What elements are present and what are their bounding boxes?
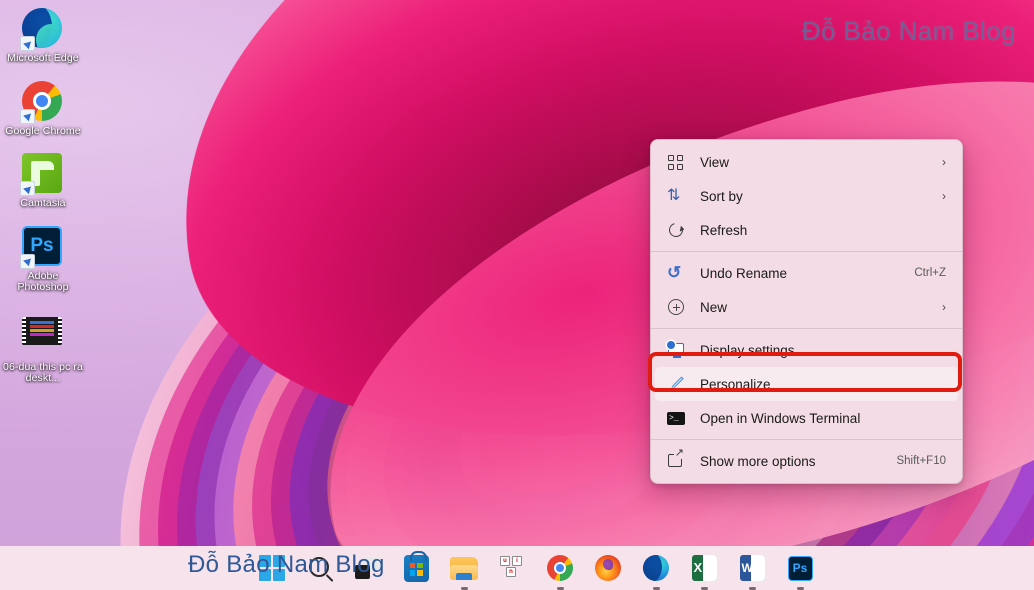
excel-button[interactable]: X — [689, 553, 719, 590]
context-menu-item-refresh[interactable]: Refresh — [655, 213, 958, 247]
refresh-icon — [666, 220, 686, 240]
camtasia-icon — [20, 153, 64, 196]
word-button[interactable]: W — [737, 553, 767, 590]
desktop-icon-label: Adobe Photoshop — [17, 269, 69, 293]
microsoft-edge-icon — [20, 8, 64, 51]
desktop-icon-label: Google Chrome — [5, 124, 81, 137]
show-more-options-icon — [667, 448, 685, 470]
desktop-icon-camtasia[interactable]: Camtasia — [0, 149, 86, 216]
terminal-icon: >_ — [667, 409, 685, 427]
shortcut-overlay-icon — [20, 108, 35, 124]
context-menu-item-label: Show more options — [700, 453, 816, 469]
chevron-right-icon: › — [942, 155, 946, 169]
context-menu-item-label: Personalize — [700, 376, 771, 392]
context-menu-item-label: Open in Windows Terminal — [700, 410, 861, 426]
desktop-icon-label: Camtasia — [20, 197, 66, 209]
context-menu-item-label: Undo Rename — [700, 265, 788, 281]
unikey-button[interactable]: uín — [497, 553, 527, 583]
context-menu-item-label: Refresh — [700, 222, 748, 238]
watermark-top-right: Đỗ Bảo Nam Blog — [801, 16, 1016, 46]
watermark-taskbar: Đỗ Bảo Nam Blog — [188, 551, 385, 578]
desktop-icon-label: 06-dua this pc ra deskt... — [3, 360, 83, 384]
context-menu-item-show-more-options[interactable]: Show more options Shift+F10 — [655, 444, 958, 478]
chevron-right-icon: › — [942, 300, 946, 314]
context-menu-item-new[interactable]: New › — [655, 290, 958, 324]
google-chrome-button[interactable] — [545, 553, 575, 590]
context-menu-item-label: View — [700, 154, 730, 170]
context-menu-item-personalize[interactable]: Personalize — [655, 367, 958, 401]
google-chrome-icon — [20, 80, 64, 124]
context-menu-item-undo-rename[interactable]: ↺ Undo Rename Ctrl+Z — [655, 256, 958, 290]
shortcut-overlay-icon — [20, 181, 35, 196]
context-menu-separator — [651, 439, 962, 440]
context-menu-item-shortcut: Ctrl+Z — [914, 267, 946, 279]
file-explorer-button[interactable] — [449, 553, 479, 590]
context-menu-separator — [651, 328, 962, 329]
context-menu-item-view[interactable]: View › — [655, 145, 958, 179]
chevron-right-icon: › — [942, 189, 946, 203]
desktop-icon-list: Microsoft Edge Google Chrome Camtasia Ps Ado… — [0, 4, 86, 397]
context-menu-item-open-in-windows-terminal[interactable]: >_ Open in Windows Terminal — [655, 401, 958, 435]
desktop-icon-microsoft-edge[interactable]: Microsoft Edge — [0, 4, 86, 71]
monitor-settings-icon — [667, 341, 685, 359]
microsoft-edge-button[interactable] — [641, 553, 671, 590]
context-menu-item-label: New — [700, 299, 728, 315]
context-menu-item-label: Sort by — [700, 188, 743, 204]
context-menu-item-sort-by[interactable]: ⇅ Sort by › — [655, 179, 958, 213]
grid-view-icon — [667, 153, 685, 171]
photoshop-button[interactable]: Ps — [785, 553, 815, 590]
microsoft-store-button[interactable] — [401, 550, 431, 583]
shortcut-overlay-icon — [20, 36, 35, 51]
plus-circle-icon — [667, 298, 685, 316]
context-menu-separator — [651, 251, 962, 252]
sort-arrows-icon: ⇅ — [667, 187, 681, 204]
context-menu-item-display-settings[interactable]: Display settings — [655, 333, 958, 367]
desktop-screen: Microsoft Edge Google Chrome Camtasia Ps Ado… — [0, 0, 1034, 590]
context-menu-item-label: Display settings — [700, 342, 795, 358]
desktop-icon-label: Microsoft Edge — [7, 52, 79, 64]
firefox-button[interactable] — [593, 553, 623, 583]
adobe-photoshop-icon: Ps — [20, 225, 64, 269]
paintbrush-icon — [667, 375, 685, 393]
desktop-context-menu[interactable]: View › ⇅ Sort by › Refresh ↺ Undo Rename Ctrl+Z N… — [650, 139, 963, 484]
video-file-icon — [22, 316, 64, 359]
undo-icon: ↺ — [667, 263, 682, 282]
desktop-icon-google-chrome[interactable]: Google Chrome — [0, 77, 86, 144]
desktop-icon-video-file[interactable]: 06-dua this pc ra deskt... — [0, 306, 86, 391]
desktop-icon-adobe-photoshop[interactable]: Ps Adobe Photoshop — [0, 222, 86, 300]
context-menu-item-shortcut: Shift+F10 — [896, 455, 946, 467]
taskbar[interactable]: u í n X W Ps — [0, 546, 1034, 590]
shortcut-overlay-icon — [20, 253, 35, 269]
